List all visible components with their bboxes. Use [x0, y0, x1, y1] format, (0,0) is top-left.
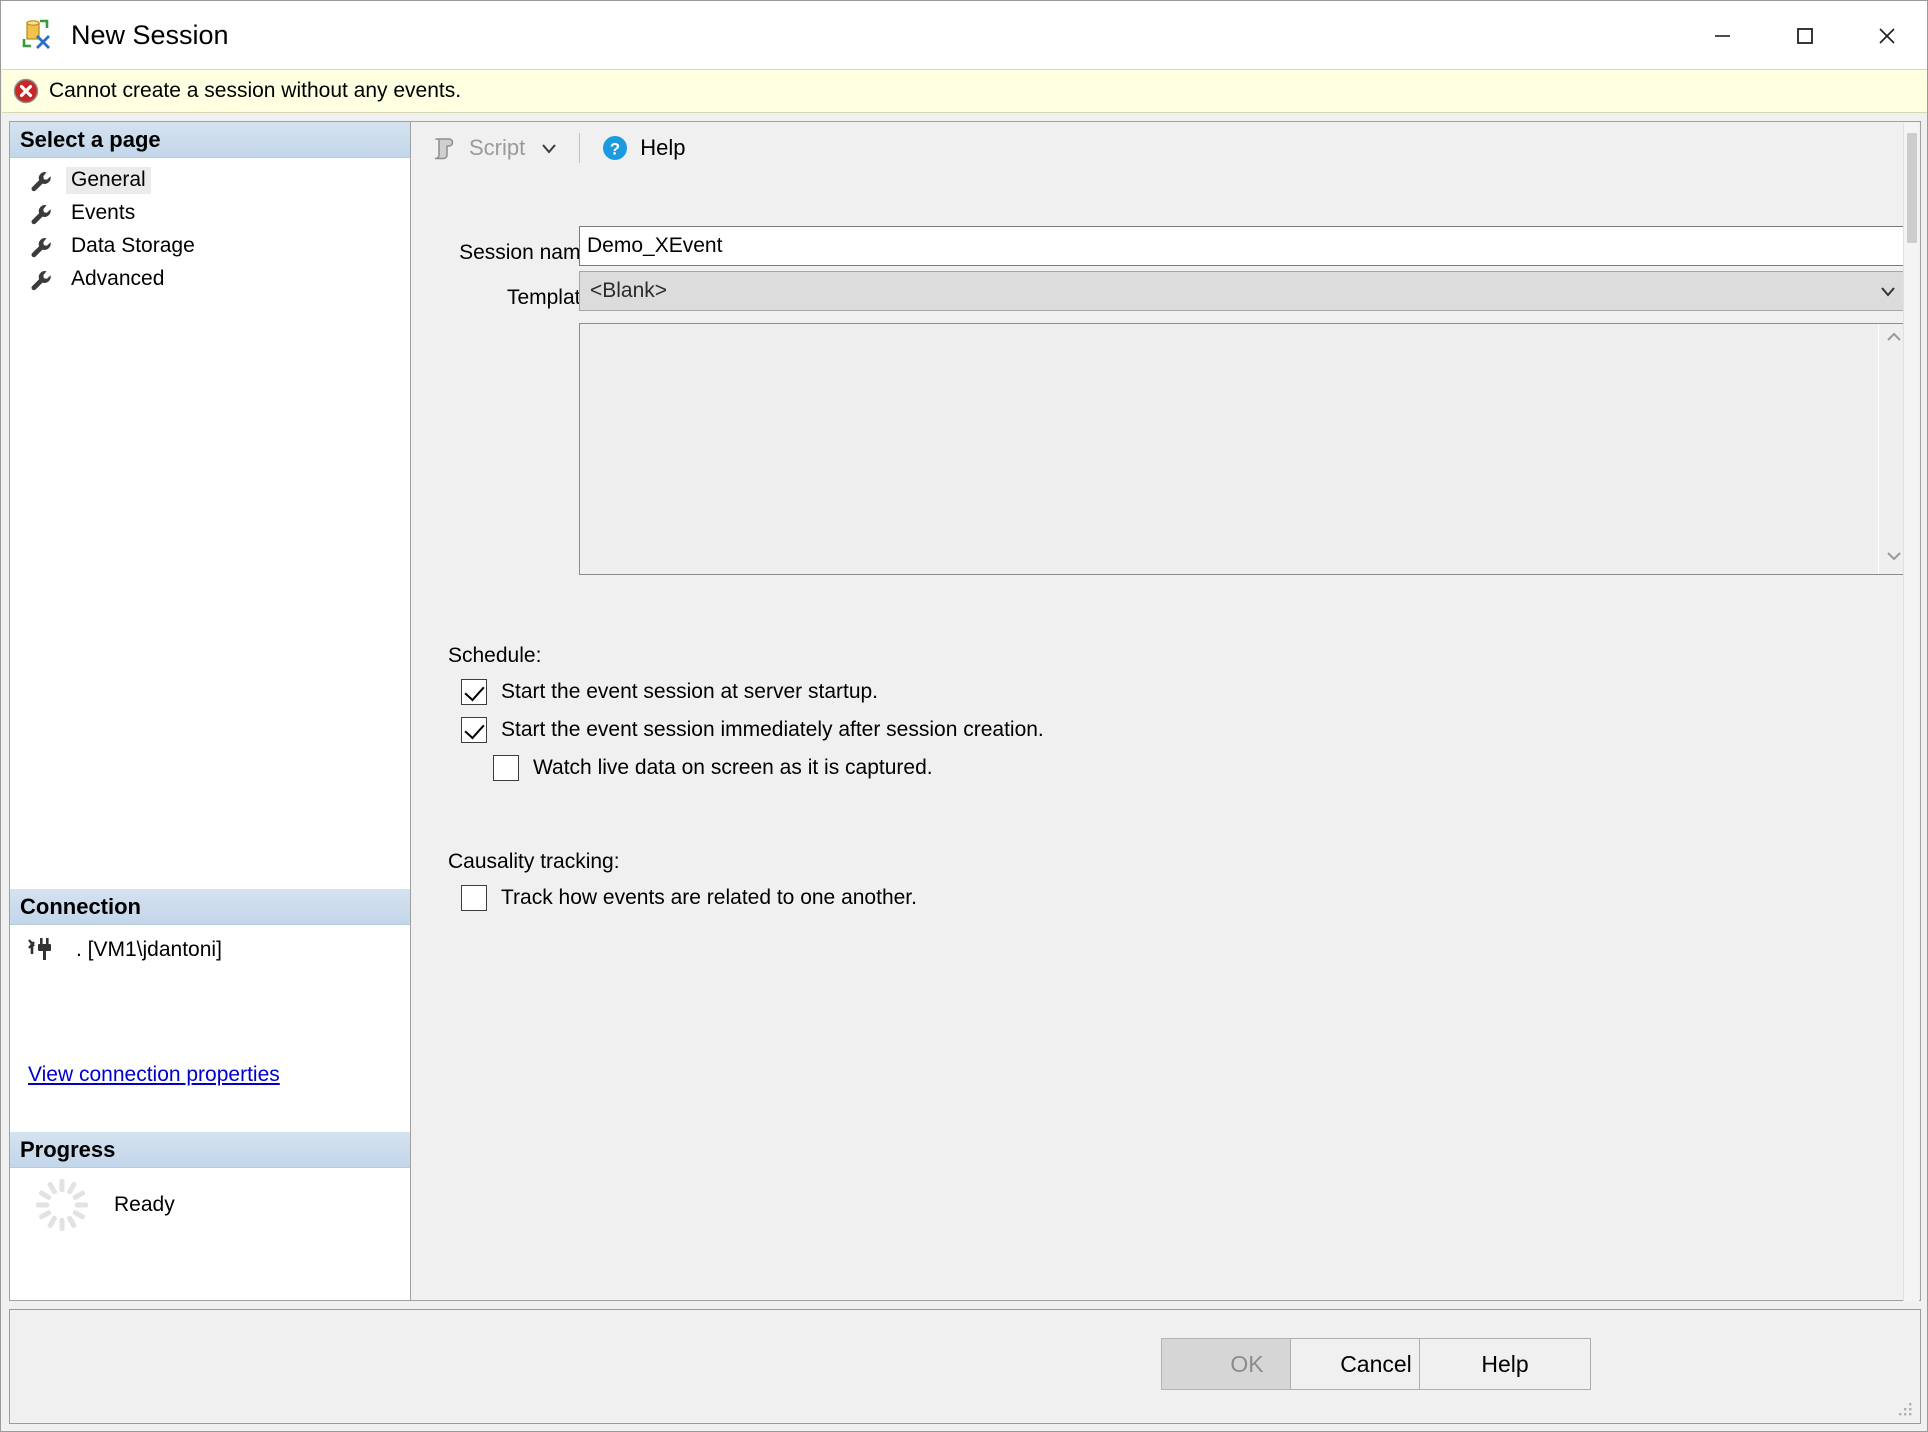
sidebar-item-general[interactable]: General	[10, 164, 410, 197]
maximize-icon[interactable]	[1763, 1, 1845, 68]
content-panel: Script ? Help Session name: Demo_XEvent …	[411, 121, 1921, 1301]
checkbox-label: Watch live data on screen as it is captu…	[533, 756, 933, 779]
sidebar-item-label: Events	[71, 201, 136, 224]
checkbox-start-at-server-startup[interactable]: Start the event session at server startu…	[461, 679, 878, 705]
wrench-icon	[28, 267, 54, 293]
progress-header: Progress	[10, 1132, 410, 1168]
title-bar: New Session	[1, 1, 1927, 69]
script-icon	[429, 133, 459, 163]
template-description-box	[579, 323, 1909, 575]
checkbox-label: Start the event session at server startu…	[501, 680, 879, 703]
progress-row: Ready	[10, 1168, 410, 1242]
error-icon	[13, 78, 39, 104]
checkbox-label: Track how events are related to one anot…	[501, 886, 917, 909]
content-toolbar: Script ? Help	[411, 122, 1920, 174]
causality-tracking-label: Causality tracking:	[448, 850, 620, 873]
wrench-icon	[28, 234, 54, 260]
checkbox-box[interactable]	[461, 885, 487, 911]
help-button[interactable]: Help	[1419, 1338, 1591, 1390]
connection-row: . [VM1\jdantoni]	[10, 925, 410, 975]
checkbox-box[interactable]	[493, 755, 519, 781]
validation-message-bar: Cannot create a session without any even…	[2, 69, 1927, 113]
close-icon[interactable]	[1845, 1, 1927, 68]
svg-text:?: ?	[610, 140, 620, 159]
checkbox-watch-live-data[interactable]: Watch live data on screen as it is captu…	[493, 755, 933, 781]
session-name-input[interactable]	[579, 226, 1909, 266]
scrollbar-thumb[interactable]	[1907, 133, 1917, 243]
template-label: Template:	[506, 286, 598, 309]
scroll-up-icon[interactable]	[1884, 330, 1904, 349]
chevron-down-icon[interactable]	[1868, 280, 1908, 302]
general-page-form: Session name: Template: <Blank>	[411, 174, 1921, 1302]
toolbar-separator	[579, 133, 581, 163]
dialog-footer: OK Cancel Help	[9, 1309, 1921, 1424]
template-select[interactable]: <Blank>	[579, 271, 1909, 311]
resize-grip-icon[interactable]	[1896, 1400, 1914, 1418]
template-selected-value: <Blank>	[590, 279, 668, 302]
script-button-label: Script	[469, 135, 526, 160]
checkbox-label: Start the event session immediately afte…	[501, 718, 1044, 741]
sidebar-item-label: Advanced	[71, 267, 165, 290]
sidebar-item-advanced[interactable]: Advanced	[10, 263, 410, 296]
help-button[interactable]: ? Help	[594, 128, 691, 168]
view-connection-properties-link[interactable]: View connection properties	[10, 1063, 280, 1087]
window-title: New Session	[71, 19, 229, 50]
checkbox-box[interactable]	[461, 717, 487, 743]
spinner-icon	[32, 1175, 92, 1235]
scroll-down-icon[interactable]	[1884, 549, 1904, 568]
wrench-icon	[28, 168, 54, 194]
sidebar: Select a page General Events Data Storag…	[9, 121, 411, 1301]
progress-section: Progress Ready	[10, 1132, 410, 1242]
wrench-icon	[28, 201, 54, 227]
sidebar-item-label: General	[66, 167, 151, 194]
connection-section: Connection . [VM1\jdantoni] View connect…	[10, 889, 410, 1087]
template-description-text	[580, 324, 1878, 574]
session-name-label: Session name:	[459, 241, 598, 264]
content-scrollbar[interactable]	[1903, 123, 1919, 1301]
checkbox-start-immediately[interactable]: Start the event session immediately afte…	[461, 717, 1044, 743]
new-session-dialog: New Session Cannot create a session with…	[0, 0, 1928, 1432]
page-list: General Events Data Storage Advanced	[10, 158, 410, 296]
checkbox-box[interactable]	[461, 679, 487, 705]
sidebar-item-events[interactable]: Events	[10, 197, 410, 230]
schedule-section-label: Schedule:	[448, 644, 542, 667]
help-button-label: Help	[640, 135, 686, 160]
connection-server-name: . [VM1\jdantoni]	[76, 938, 222, 961]
validation-message-text: Cannot create a session without any even…	[49, 79, 462, 102]
script-button[interactable]: Script	[423, 128, 565, 168]
window-controls	[1681, 1, 1927, 69]
new-session-icon	[21, 18, 55, 52]
select-a-page-header: Select a page	[10, 122, 410, 158]
minimize-icon[interactable]	[1681, 1, 1763, 68]
progress-status-text: Ready	[114, 1193, 175, 1216]
sidebar-item-label: Data Storage	[71, 234, 195, 257]
dialog-body: Select a page General Events Data Storag…	[9, 121, 1921, 1301]
chevron-down-icon[interactable]	[539, 138, 559, 158]
help-circle-icon: ?	[600, 133, 630, 163]
checkbox-track-event-relations[interactable]: Track how events are related to one anot…	[461, 885, 917, 911]
sidebar-item-data-storage[interactable]: Data Storage	[10, 230, 410, 263]
connection-plug-icon	[26, 936, 56, 964]
connection-header: Connection	[10, 889, 410, 925]
